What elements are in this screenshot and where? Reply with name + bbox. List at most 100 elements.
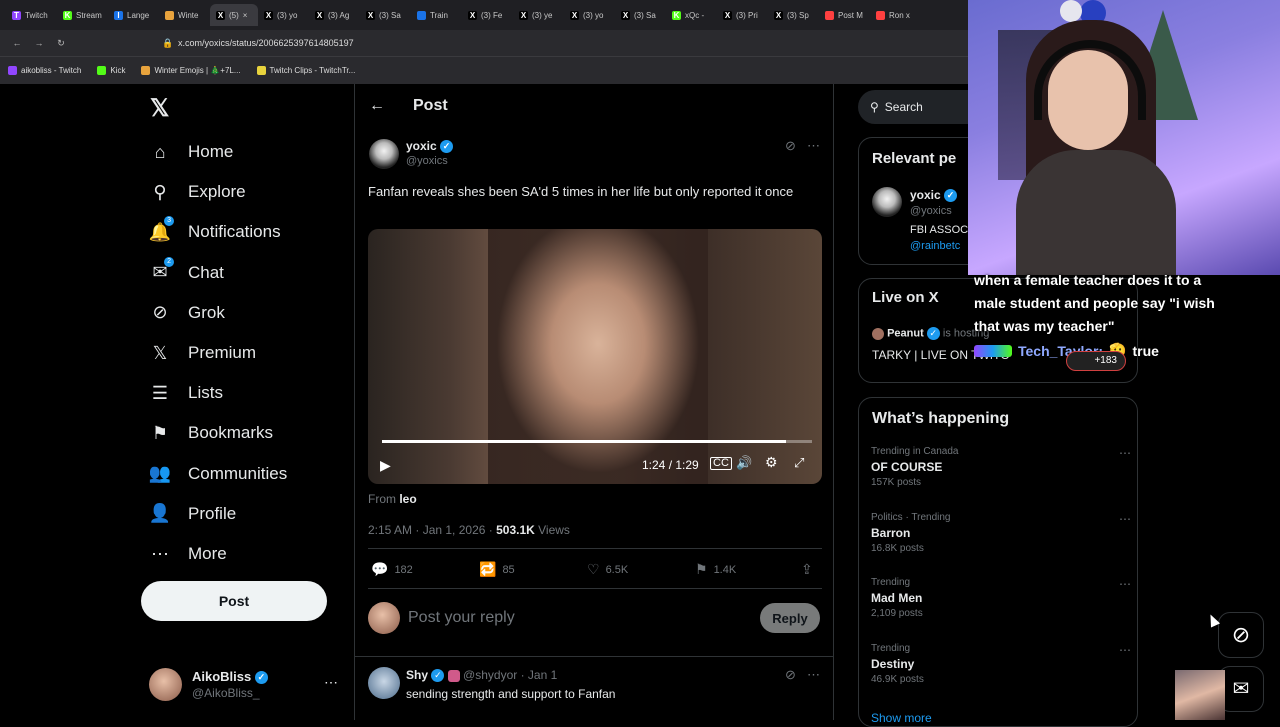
trend-item[interactable]: Trending in Canada OF COURSE 157K posts ⋯: [871, 446, 1131, 488]
repost-action[interactable]: 🔁 85: [479, 561, 515, 578]
settings-icon[interactable]: ⚙: [765, 454, 778, 471]
back-icon[interactable]: ←: [6, 38, 28, 48]
search-icon: ⚲: [148, 180, 172, 204]
author-avatar[interactable]: [369, 139, 399, 169]
people-icon: 👥: [148, 462, 172, 486]
nav-item-grok[interactable]: ⊘ Grok: [148, 301, 224, 325]
browser-tab[interactable]: X (3) Pri: [717, 4, 768, 26]
browser-tab[interactable]: T Twitch: [6, 4, 57, 26]
volume-icon[interactable]: 🔊: [736, 455, 752, 471]
bookmark-label: aikobliss - Twitch: [21, 66, 82, 75]
nav-item-lists[interactable]: ☰ Lists: [148, 381, 223, 405]
reply-author-avatar[interactable]: [368, 667, 400, 699]
bookmark-item[interactable]: Kick: [97, 66, 125, 75]
captions-icon[interactable]: CC: [710, 457, 732, 470]
nav-item-profile[interactable]: 👤 Profile: [148, 502, 236, 526]
tab-favicon-icon: [825, 10, 834, 20]
like-action[interactable]: ♡ 6.5K: [587, 561, 628, 578]
trend-count: 16.8K posts: [871, 542, 924, 554]
browser-tab[interactable]: X (3) Ag: [309, 4, 360, 26]
nav-item-home[interactable]: ⌂ Home: [148, 140, 234, 164]
account-handle: @AikoBliss_: [192, 686, 260, 700]
browser-tab[interactable]: K Stream: [57, 4, 108, 26]
more-options-icon[interactable]: ⋯: [324, 674, 338, 691]
author-name[interactable]: yoxic: [406, 139, 437, 153]
post-timestamp[interactable]: 2:15 AM · Jan 1, 2026 ·: [368, 523, 493, 537]
reload-icon[interactable]: ↻: [50, 38, 72, 49]
trend-more-icon[interactable]: ⋯: [1119, 577, 1131, 591]
trend-meta: Trending: [871, 643, 911, 655]
bookmark-action[interactable]: ⚑ 1.4K: [695, 561, 736, 578]
close-tab-icon[interactable]: ×: [243, 11, 248, 20]
back-arrow-icon[interactable]: ←: [369, 97, 385, 115]
person-bio-link[interactable]: @rainbetc: [910, 240, 960, 252]
trend-item[interactable]: Politics · Trending Barron 16.8K posts ⋯: [871, 512, 1131, 554]
nav-item-explore[interactable]: ⚲ Explore: [148, 180, 245, 204]
reply-action[interactable]: 💬 182: [371, 561, 413, 578]
grok-icon[interactable]: ⊘: [785, 667, 796, 683]
grok-float-button[interactable]: ⊘: [1218, 612, 1264, 658]
browser-tab[interactable]: X (5) ×: [210, 4, 258, 26]
nav-item-bookmarks[interactable]: ⚑ Bookmarks: [148, 421, 273, 445]
browser-tab[interactable]: Ron x: [870, 4, 921, 26]
verified-badge-icon: ✓: [440, 140, 454, 154]
tab-label: (3) Sa: [634, 10, 656, 20]
browser-tab[interactable]: Train: [411, 4, 462, 26]
video-player[interactable]: ▶ 1:24 / 1:29 CC 🔊 ⚙ ⤢: [368, 229, 822, 484]
browser-tab[interactable]: Winte: [159, 4, 210, 26]
reply-input[interactable]: Post your reply: [408, 609, 515, 627]
reply-author-handle[interactable]: @shydyor · Jan 1: [463, 668, 557, 682]
trend-more-icon[interactable]: ⋯: [1119, 643, 1131, 657]
play-icon[interactable]: ▶: [380, 457, 391, 474]
trend-more-icon[interactable]: ⋯: [1119, 446, 1131, 460]
forward-icon[interactable]: →: [28, 38, 50, 48]
url-text[interactable]: x.com/yoxics/status/2006625397614805197: [178, 38, 354, 48]
reply-author-name[interactable]: Shy: [406, 668, 428, 682]
nav-item-notifications[interactable]: 🔔 3 Notifications: [148, 216, 281, 244]
from-user-link[interactable]: leo: [399, 492, 416, 506]
tab-favicon-icon: [417, 10, 426, 20]
video-time: 1:24 / 1:29: [642, 458, 699, 472]
person-name[interactable]: yoxic: [910, 188, 941, 202]
reply-button[interactable]: Reply: [760, 603, 820, 633]
share-icon[interactable]: ⇪: [801, 561, 813, 578]
show-more-link[interactable]: Show more: [871, 711, 932, 725]
nav-item-communities[interactable]: 👥 Communities: [148, 462, 287, 486]
video-progress-track[interactable]: [382, 440, 812, 443]
trend-item[interactable]: Trending Destiny 46.9K posts ⋯: [871, 643, 1131, 685]
account-switcher[interactable]: AikoBliss ✓ @AikoBliss_ ⋯: [149, 668, 339, 702]
browser-tab[interactable]: X (3) Sa: [360, 4, 411, 26]
bookmark-item[interactable]: Winter Emojis | 🎄+7L...: [141, 66, 241, 75]
browser-tab[interactable]: X (3) yo: [258, 4, 309, 26]
nav-item-chat[interactable]: ✉ 2 Chat: [148, 256, 224, 285]
fullscreen-icon[interactable]: ⤢: [794, 455, 804, 471]
browser-tab[interactable]: l Lange: [108, 4, 159, 26]
tab-label: (3) Sa: [379, 10, 401, 20]
browser-tab[interactable]: X (3) yo: [564, 4, 615, 26]
browser-tab[interactable]: X (3) ye: [513, 4, 564, 26]
grok-icon[interactable]: ⊘: [785, 138, 796, 154]
author-handle[interactable]: @yoxics: [406, 155, 448, 167]
browser-tab[interactable]: X (3) Sp: [768, 4, 819, 26]
bookmark-item[interactable]: aikobliss - Twitch: [8, 66, 81, 75]
browser-tab[interactable]: Post M: [819, 4, 870, 26]
tab-favicon-icon: K: [63, 10, 72, 20]
browser-tab[interactable]: KxQc -: [666, 4, 717, 26]
nav-item-premium[interactable]: 𝕏 Premium: [148, 341, 256, 365]
host-name[interactable]: Peanut: [887, 327, 924, 339]
trend-item[interactable]: Trending Mad Men 2,109 posts ⋯: [871, 577, 1131, 619]
post-button[interactable]: Post: [141, 581, 327, 621]
trend-name: Mad Men: [871, 591, 923, 606]
search-input[interactable]: Search: [885, 100, 923, 114]
browser-tab[interactable]: X (3) Sa: [615, 4, 666, 26]
trend-more-icon[interactable]: ⋯: [1119, 512, 1131, 526]
browser-tab[interactable]: X (3) Fe: [462, 4, 513, 26]
x-logo-icon[interactable]: 𝕏: [150, 94, 169, 123]
person-avatar[interactable]: [872, 187, 902, 217]
tab-favicon-icon: X: [621, 10, 630, 20]
more-options-icon[interactable]: ⋯: [807, 138, 820, 154]
bookmark-item[interactable]: Twitch Clips - TwitchTr...: [256, 66, 355, 75]
nav-glyph: 𝕏: [152, 342, 168, 363]
nav-item-more[interactable]: ⋯ More: [148, 542, 227, 566]
more-options-icon[interactable]: ⋯: [807, 667, 820, 683]
